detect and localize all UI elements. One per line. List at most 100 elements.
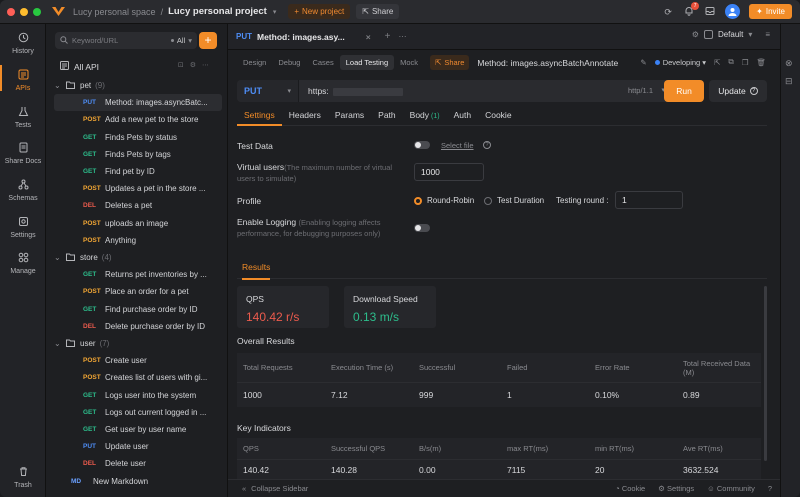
tab-load-testing[interactable]: Load Testing — [339, 55, 395, 70]
invite-button[interactable]: ✦ Invite — [749, 4, 792, 19]
list-item[interactable]: GET Get user by user name — [54, 421, 222, 438]
virtual-users-input[interactable]: 1000 — [414, 163, 484, 181]
close-window-button[interactable] — [7, 7, 15, 16]
share-api-button[interactable]: ⇱ Share — [430, 55, 470, 70]
chevron-down-icon[interactable]: ▾ — [273, 8, 277, 16]
help-icon[interactable]: ? — [483, 141, 491, 149]
list-item[interactable]: DEL Delete user — [54, 455, 222, 472]
list-item[interactable]: GET Logs user into the system — [54, 387, 222, 404]
search-input[interactable]: Keyword/URL All ▾ — [55, 32, 197, 49]
nav-share-docs[interactable]: Share Docs — [0, 142, 46, 165]
logging-toggle[interactable] — [414, 224, 430, 232]
list-item[interactable]: GET Returns pet inventories by ... — [54, 266, 222, 283]
run-button[interactable]: Run — [664, 80, 704, 102]
list-item[interactable]: GET Finds Pets by tags — [54, 146, 222, 163]
round-robin-radio[interactable]: Round-Robin — [414, 196, 474, 205]
close-circle-icon[interactable]: ⊗ — [785, 58, 793, 69]
method-select[interactable]: PUT ▾ — [237, 80, 299, 102]
testing-round-input[interactable]: 1 — [615, 191, 683, 209]
http-version-select[interactable]: http/1.1 — [628, 86, 653, 95]
update-button[interactable]: Update ? — [709, 80, 767, 102]
document-tab[interactable]: PUT Method: images.asy... × — [236, 32, 371, 42]
menu-icon[interactable]: ≡ — [765, 30, 770, 39]
maximize-window-button[interactable] — [33, 7, 41, 16]
tab-auth[interactable]: Auth — [447, 109, 479, 126]
folder-user[interactable]: ⌄ user (7) — [54, 335, 222, 352]
nav-settings[interactable]: Settings — [0, 216, 46, 239]
folder-label: user — [80, 339, 96, 348]
test-duration-radio[interactable]: Test Duration — [484, 196, 544, 205]
nav-trash[interactable]: Trash — [0, 466, 46, 489]
list-item[interactable]: POST Place an order for a pet — [54, 283, 222, 300]
bell-icon[interactable]: 7 — [683, 1, 700, 18]
status-select[interactable]: Developing ▾ — [654, 58, 706, 67]
list-item[interactable]: POST Updates a pet in the store ... — [54, 180, 222, 197]
add-api-button[interactable]: + — [199, 32, 217, 49]
close-icon[interactable]: × — [366, 32, 371, 42]
list-item[interactable]: POST Creates list of users with gi... — [54, 369, 222, 386]
nav-apis[interactable]: APIs — [0, 65, 46, 92]
tab-path[interactable]: Path — [371, 109, 403, 126]
list-item[interactable]: DEL Deletes a pet — [54, 197, 222, 214]
delete-icon[interactable]: 🗑︎ — [756, 58, 766, 67]
project-name[interactable]: Lucy personal project — [168, 6, 267, 17]
avatar[interactable] — [725, 4, 741, 19]
list-item[interactable]: GET Finds Pets by status — [54, 129, 222, 146]
collapse-sidebar-button[interactable]: « Collapse Sidebar — [242, 484, 308, 493]
select-file-link[interactable]: Select file — [441, 141, 474, 150]
more-icon[interactable]: ⋯ — [202, 62, 215, 69]
list-item[interactable]: GET Logs out current logged in ... — [54, 404, 222, 421]
help-icon[interactable]: ? — [768, 484, 772, 493]
list-item[interactable]: GET Find purchase order by ID — [54, 301, 222, 318]
tab-headers[interactable]: Headers — [282, 109, 328, 126]
new-project-button[interactable]: + New project — [288, 4, 351, 19]
filter-select[interactable]: All ▾ — [170, 36, 192, 45]
tab-body[interactable]: Body (1) — [403, 109, 447, 126]
markdown-item[interactable]: MD New Markdown — [54, 473, 222, 490]
new-tab-icon[interactable]: + — [385, 31, 391, 42]
panel-icon[interactable]: ⊟ — [785, 76, 793, 87]
tab-settings[interactable]: Settings — [237, 109, 282, 126]
all-api-item[interactable]: All API — [60, 61, 99, 72]
list-item[interactable]: PUT Update user — [54, 438, 222, 455]
nav-schemas[interactable]: Schemas — [0, 179, 46, 202]
copy-icon[interactable]: ❐ — [742, 58, 749, 67]
list-item[interactable]: POST Create user — [54, 352, 222, 369]
list-item[interactable]: POST Add a new pet to the store — [54, 111, 222, 128]
code-icon[interactable]: ⧉ — [728, 57, 733, 67]
tab-params[interactable]: Params — [328, 109, 371, 126]
scrollbar[interactable] — [764, 286, 767, 461]
folder-pet[interactable]: ⌄ pet (9) — [54, 77, 222, 94]
refresh-icon[interactable]: ⟳ — [662, 6, 674, 18]
test-data-toggle[interactable] — [414, 141, 430, 149]
list-item[interactable]: PUT Method: images.asyncBatc... — [54, 94, 222, 112]
inbox-icon[interactable] — [704, 6, 716, 18]
tab-results[interactable]: Results — [242, 262, 271, 280]
url-input[interactable]: https: — [308, 86, 403, 96]
tab-debug[interactable]: Debug — [272, 55, 306, 70]
share-icon[interactable]: ⇱ — [714, 58, 720, 67]
settings-icon[interactable]: ⚙ — [190, 62, 202, 69]
environment-select[interactable]: ⚙ Default ▾ ≡ — [692, 30, 770, 39]
minimize-window-button[interactable] — [20, 7, 28, 16]
settings-button[interactable]: ⚙ Settings — [658, 484, 694, 493]
community-button[interactable]: ☺ Community — [707, 484, 755, 493]
list-item[interactable]: POST uploads an image — [54, 215, 222, 232]
nav-tests[interactable]: Tests — [0, 106, 46, 129]
list-item[interactable]: GET Find pet by ID — [54, 163, 222, 180]
share-project-button[interactable]: ⇱ Share — [356, 4, 400, 19]
list-item[interactable]: DEL Delete purchase order by ID — [54, 318, 222, 335]
tab-cases[interactable]: Cases — [306, 55, 339, 70]
expand-icon[interactable]: ⊡ — [178, 62, 190, 69]
more-icon[interactable]: ⋯ — [399, 32, 407, 41]
tab-mock[interactable]: Mock — [394, 55, 424, 70]
nav-history[interactable]: History — [0, 32, 46, 55]
tab-cookie[interactable]: Cookie — [478, 109, 518, 126]
list-item[interactable]: POST Anything — [54, 232, 222, 249]
edit-icon[interactable]: ✎ — [640, 58, 646, 67]
cookie-button[interactable]: ◔ Cookie — [615, 484, 645, 493]
workspace-name[interactable]: Lucy personal space — [73, 7, 156, 17]
tab-design[interactable]: Design — [237, 55, 272, 70]
folder-store[interactable]: ⌄ store (4) — [54, 249, 222, 266]
nav-manage[interactable]: Manage — [0, 252, 46, 275]
